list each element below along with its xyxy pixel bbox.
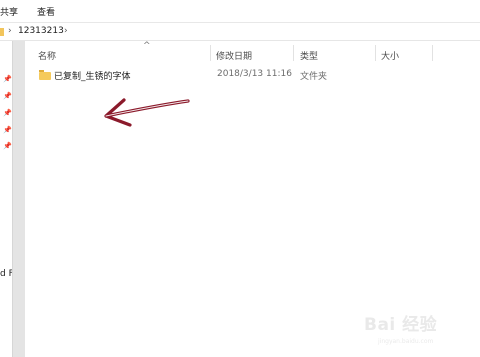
pane-splitter[interactable] bbox=[12, 41, 25, 357]
breadcrumb-separator[interactable]: › bbox=[8, 26, 12, 36]
column-header-size[interactable]: 大小 bbox=[381, 49, 399, 62]
folder-icon bbox=[0, 28, 4, 36]
watermark-text: Bai 经验 bbox=[364, 315, 438, 335]
breadcrumb-chevron[interactable]: › bbox=[64, 26, 68, 36]
file-name[interactable]: 已复制_生锈的字体 bbox=[54, 69, 131, 82]
breadcrumb-folder[interactable]: 12313213 bbox=[18, 26, 64, 36]
pin-icon[interactable]: 📌 bbox=[3, 92, 12, 100]
column-divider[interactable] bbox=[375, 45, 376, 61]
pin-icon[interactable]: 📌 bbox=[3, 109, 12, 117]
column-divider[interactable] bbox=[432, 45, 433, 61]
pin-icon[interactable]: 📌 bbox=[3, 75, 12, 83]
tab-view[interactable]: 查看 bbox=[37, 5, 55, 18]
column-divider[interactable] bbox=[293, 45, 294, 61]
navigation-pane: 📌 📌 📌 📌 📌 d F bbox=[0, 41, 14, 357]
pin-icon[interactable]: 📌 bbox=[3, 142, 12, 150]
file-type: 文件夹 bbox=[300, 72, 328, 82]
file-date: 2018/3/13 11:16 bbox=[217, 69, 292, 79]
arrow-left-icon bbox=[104, 98, 190, 127]
address-bar[interactable]: › 12313213 › bbox=[0, 23, 480, 41]
column-header-row: ^ 名称 修改日期 类型 大小 bbox=[25, 41, 480, 63]
watermark: Bai 经验 jingyan.baidu.com bbox=[364, 310, 476, 346]
watermark-subtext: jingyan.baidu.com bbox=[378, 338, 434, 345]
column-divider[interactable] bbox=[210, 45, 211, 61]
column-header-type[interactable]: 类型 bbox=[300, 49, 318, 62]
column-header-name[interactable]: 名称 bbox=[38, 49, 56, 62]
pin-icon[interactable]: 📌 bbox=[3, 126, 12, 134]
sort-ascending-icon: ^ bbox=[143, 41, 151, 51]
column-header-date[interactable]: 修改日期 bbox=[216, 49, 252, 62]
folder-icon bbox=[39, 70, 51, 80]
file-row[interactable]: 已复制_生锈的字体 2018/3/13 11:16 文件夹 bbox=[25, 66, 425, 83]
ribbon-tabs: 共享 查看 bbox=[0, 0, 480, 23]
tab-share[interactable]: 共享 bbox=[0, 5, 18, 18]
